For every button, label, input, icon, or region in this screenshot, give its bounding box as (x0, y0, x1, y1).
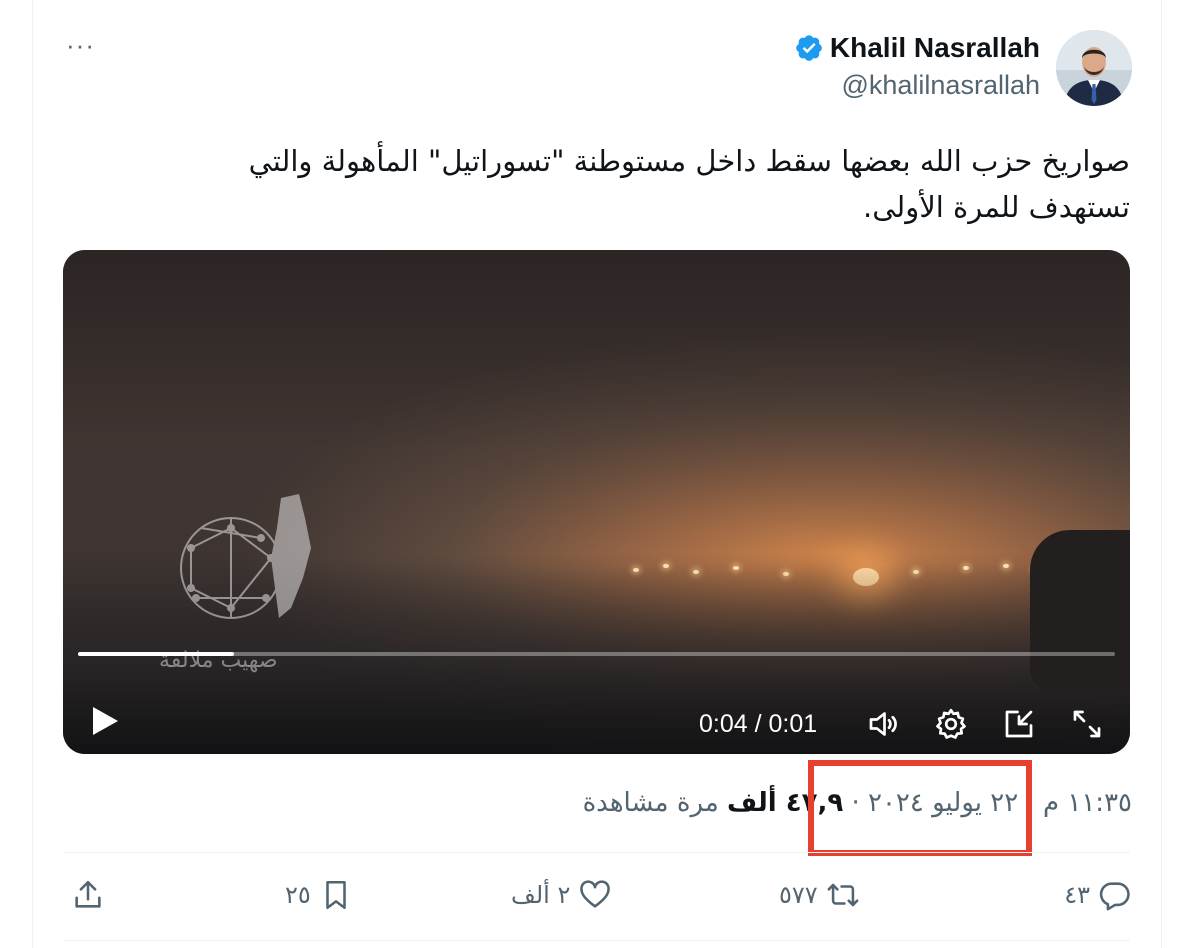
retweet-button[interactable]: ٥٧٧ (779, 878, 860, 912)
tweet-text-line-2: تستهدف للمرة الأولى. (862, 190, 1130, 224)
bookmark-count: ٢٥ (285, 881, 311, 909)
bookmark-button[interactable]: ٢٥ (285, 878, 353, 912)
reply-count: ٤٣ (1064, 881, 1090, 909)
tweet-time[interactable]: ١١:٣٥ م (1043, 788, 1132, 818)
retweet-count: ٥٧٧ (779, 881, 818, 909)
video-progress-bar[interactable] (78, 652, 1115, 656)
avatar[interactable] (1056, 30, 1132, 106)
picture-in-picture-icon[interactable] (1001, 706, 1037, 742)
video-player[interactable]: صهيب ملالقة 0:04 / 0:01 (63, 250, 1130, 754)
views-label: مرة مشاهدة (582, 788, 719, 818)
video-progress-fill (78, 652, 234, 656)
tweet-text-line-1: صواريخ حزب الله بعضها سقط داخل مستوطنة "… (248, 144, 1130, 178)
verified-badge-icon (796, 35, 822, 61)
avatar-image (1056, 30, 1132, 106)
like-button[interactable]: ٢ ألف (511, 878, 612, 912)
tweet-text: صواريخ حزب الله بعضها سقط داخل مستوطنة "… (130, 138, 1130, 230)
video-controls: 0:04 / 0:01 (63, 664, 1130, 754)
volume-icon[interactable] (865, 706, 901, 742)
author-handle[interactable]: @khalilnasrallah (794, 70, 1040, 101)
heart-icon (580, 880, 611, 908)
share-icon (75, 880, 101, 908)
play-icon[interactable] (91, 706, 119, 736)
gear-icon[interactable] (933, 706, 969, 742)
more-options-button[interactable]: ··· (66, 30, 95, 61)
fullscreen-icon[interactable] (1069, 706, 1105, 742)
bookmark-icon (326, 880, 346, 910)
author-name[interactable]: Khalil Nasrallah (830, 32, 1040, 64)
retweet-icon (827, 883, 859, 907)
like-count: ٢ ألف (511, 881, 571, 909)
author-block[interactable]: Khalil Nasrallah @khalilnasrallah (794, 32, 1040, 101)
share-button[interactable] (71, 878, 105, 912)
date-highlight-box (808, 760, 1032, 856)
video-time-display: 0:04 / 0:01 (699, 710, 818, 738)
action-bar: ٤٣ ٥٧٧ ٢ ألف ٢٥ (63, 870, 1132, 930)
reply-button[interactable]: ٤٣ (1064, 878, 1132, 912)
divider (63, 940, 1130, 941)
watermark-logo-icon (180, 494, 311, 619)
divider (63, 852, 1130, 853)
reply-icon (1099, 882, 1130, 911)
